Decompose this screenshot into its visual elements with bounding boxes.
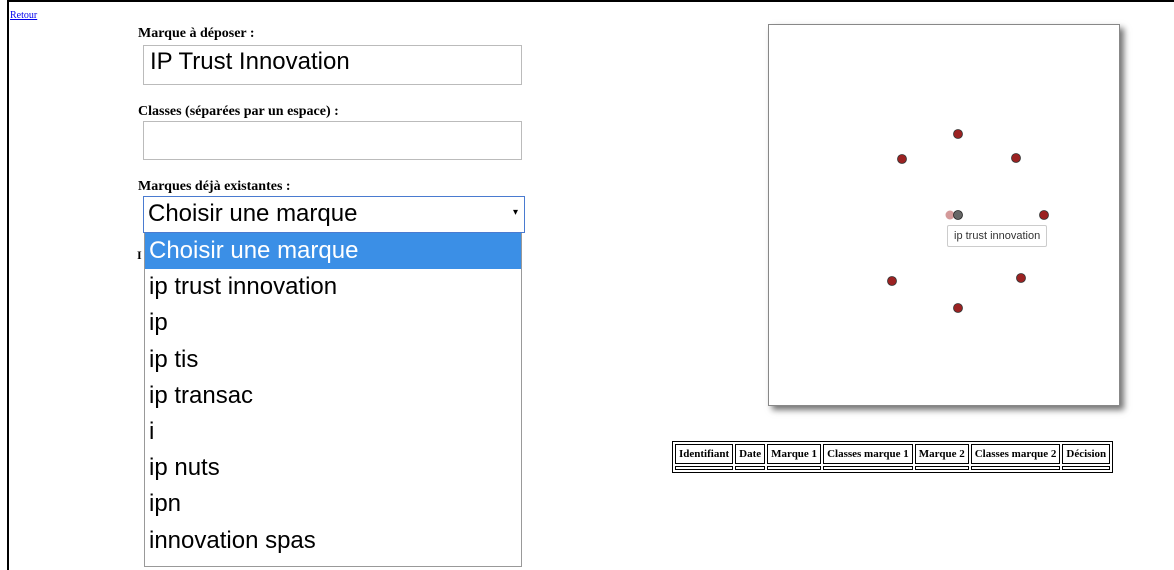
graph-node-selected[interactable] [953,210,963,220]
col-marque-1: Marque 1 [767,444,822,464]
table-header-row: Identifiant Date Marque 1 Classes marque… [675,444,1111,464]
graph-node[interactable] [1011,153,1021,163]
option-ip-tis[interactable]: ip tis [145,342,521,378]
graph-node[interactable] [953,303,963,313]
classes-label: Classes (séparées par un espace) : [138,104,339,119]
existing-marks-label: Marques déjà existantes : [138,179,291,194]
option-ip-transac[interactable]: ip transac [145,378,521,414]
graph-node[interactable] [1016,273,1026,283]
chevron-down-icon: ▾ [512,207,518,218]
table-cell [767,466,822,470]
table-cell [914,466,969,470]
col-decision: Décision [1062,444,1111,464]
graph-node[interactable] [1039,210,1049,220]
col-classes-marque-1: Classes marque 1 [823,444,913,464]
col-identifiant: Identifiant [675,444,734,464]
trademark-input[interactable]: IP Trust Innovation [143,45,522,85]
graph-canvas[interactable] [769,25,1119,405]
option-ip[interactable]: ip [145,305,521,341]
table-cell [970,466,1061,470]
col-classes-marque-2: Classes marque 2 [970,444,1061,464]
col-marque-2: Marque 2 [914,444,969,464]
graph-node[interactable] [953,129,963,139]
option-ip-trust-innovation[interactable]: ip trust innovation [145,269,521,305]
table-cell [1062,466,1111,470]
table-row [675,466,1111,470]
graph-node[interactable] [897,154,907,164]
table-cell [735,466,766,470]
back-link[interactable]: Retour [10,10,37,21]
table-cell [823,466,913,470]
similarity-graph[interactable]: ip trust innovation [768,24,1120,406]
trademark-label: Marque à déposer : [138,26,255,41]
option-i[interactable]: i [145,414,521,450]
option-ip-nuts[interactable]: ip nuts [145,450,521,486]
node-tooltip: ip trust innovation [947,225,1048,247]
graph-node[interactable] [887,276,897,286]
col-date: Date [735,444,766,464]
option-choisir-une-marque[interactable]: Choisir une marque [145,233,521,270]
option-innovation-spas[interactable]: innovation spas [145,523,521,559]
option-ipn[interactable]: ipn [145,486,521,522]
decision-history-table: Identifiant Date Marque 1 Classes marque… [672,441,1114,473]
classes-input[interactable] [143,121,522,160]
select-value: Choisir une marque [148,200,358,227]
existing-marks-select[interactable]: Choisir une marque ▾ [143,196,525,233]
existing-marks-dropdown[interactable]: Choisir une marque ip trust innovation i… [144,233,522,567]
obscured-label-fragment: I [137,248,142,262]
table-cell [675,466,734,470]
